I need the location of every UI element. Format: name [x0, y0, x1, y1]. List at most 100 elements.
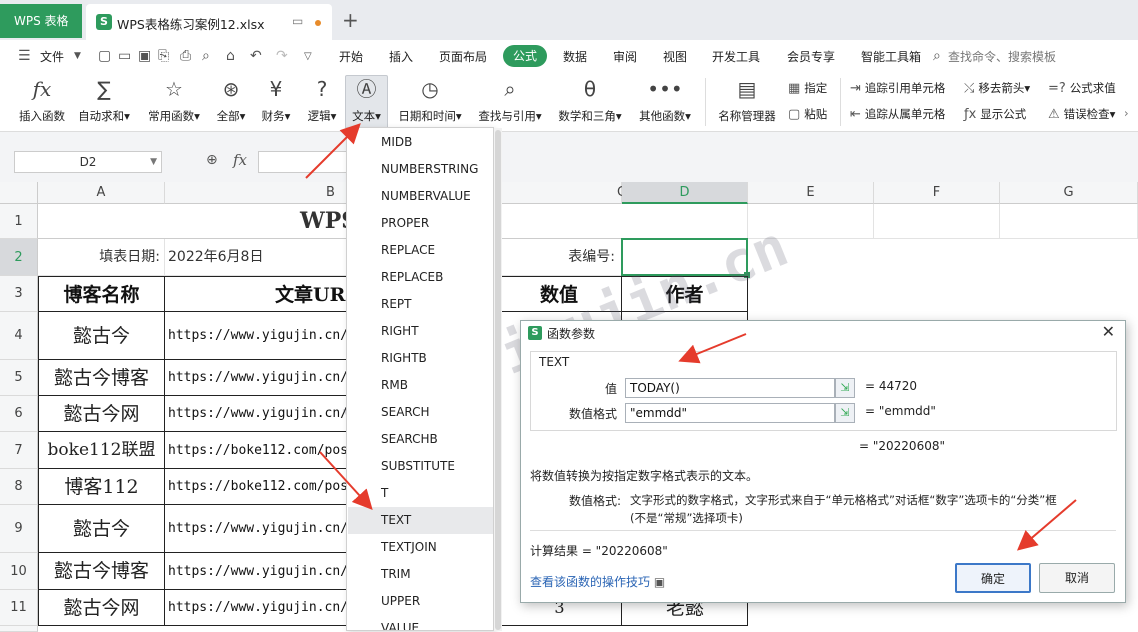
dropdown-item-proper[interactable]: PROPER — [348, 210, 493, 237]
name-manager-button[interactable]: ▤ 名称管理器 — [714, 76, 780, 124]
dialog-title-bar[interactable]: S 函数参数 ✕ — [521, 321, 1125, 345]
dropdown-scroll-thumb[interactable] — [495, 130, 501, 630]
blog-name-cell[interactable]: 博客112 — [38, 469, 165, 505]
trace-dependents-button[interactable]: ⇤ 追踪从属单元格 — [850, 106, 945, 122]
autosum-button[interactable]: ∑ 自动求和▾ — [74, 76, 134, 124]
dropdown-item-rmb[interactable]: RMB — [348, 372, 493, 399]
col-header-g[interactable]: G — [1000, 182, 1138, 204]
chevron-down-icon[interactable]: ▼ — [74, 51, 81, 61]
dropdown-item-t[interactable]: T — [348, 480, 493, 507]
help-link[interactable]: 查看该函数的操作技巧 ▣ — [530, 573, 665, 590]
row-header-3[interactable]: 3 — [0, 276, 38, 312]
row-header-10[interactable]: 10 — [0, 553, 38, 590]
hamburger-icon[interactable]: ☰ — [18, 48, 31, 64]
header-blog-name[interactable]: 博客名称 — [38, 276, 165, 312]
close-icon[interactable]: ✕ — [1102, 322, 1115, 341]
header-author[interactable]: 作者 — [622, 276, 748, 312]
col-header-e[interactable]: E — [748, 182, 874, 204]
blog-name-cell[interactable]: 懿古今 — [38, 312, 165, 360]
logic-functions-button[interactable]: ? 逻辑▾ — [302, 76, 342, 124]
common-functions-button[interactable]: ☆ 常用函数▾ — [144, 76, 204, 124]
blog-name-cell[interactable]: 懿古今博客 — [38, 360, 165, 396]
redo-icon[interactable]: ↷ — [276, 48, 288, 64]
cell-f1[interactable] — [874, 204, 1000, 239]
new-doc-icon[interactable]: ▢ — [98, 48, 111, 64]
dropdown-item-numberstring[interactable]: NUMBERSTRING — [348, 156, 493, 183]
dropdown-item-trim[interactable]: TRIM — [348, 561, 493, 588]
tab-view[interactable]: 视图 — [663, 48, 687, 65]
open-folder-icon[interactable]: ▭ — [118, 48, 131, 64]
select-all-corner[interactable] — [0, 182, 38, 204]
ok-button[interactable]: 确定 — [955, 563, 1031, 593]
dropdown-item-midb[interactable]: MIDB — [348, 129, 493, 156]
dropdown-item-replace[interactable]: REPLACE — [348, 237, 493, 264]
trace-precedents-button[interactable]: ⇥ 追踪引用单元格 — [850, 80, 945, 96]
tab-page-layout[interactable]: 页面布局 — [439, 48, 487, 65]
undo-icon[interactable]: ↶ — [250, 48, 262, 64]
chevron-down-icon[interactable]: ▼ — [150, 152, 157, 172]
evaluate-formula-button[interactable]: =? 公式求值 — [1048, 80, 1116, 96]
save-icon[interactable]: ▣ — [138, 48, 151, 64]
zoom-search-icon[interactable]: ⊕ — [206, 152, 218, 168]
fx-icon[interactable]: fx — [233, 151, 247, 169]
preview-icon[interactable]: ⌕ — [202, 48, 210, 64]
row-header-7[interactable]: 7 — [0, 432, 38, 469]
range-select-icon[interactable]: ⇲ — [835, 378, 855, 398]
other-functions-button[interactable]: ••• 其他函数▾ — [634, 76, 696, 124]
name-box[interactable]: D2 ▼ — [14, 151, 162, 173]
tab-member[interactable]: 会员专享 — [787, 48, 835, 65]
row-header-2[interactable]: 2 — [0, 239, 38, 276]
blog-name-cell[interactable]: 懿古今网 — [38, 590, 165, 626]
cell-g1[interactable] — [1000, 204, 1138, 239]
tab-smart-tools[interactable]: 智能工具箱 — [861, 48, 921, 65]
math-functions-button[interactable]: θ 数学和三角▾ — [554, 76, 626, 124]
range-select-icon[interactable]: ⇲ — [835, 403, 855, 423]
datetime-functions-button[interactable]: ◷ 日期和时间▾ — [394, 76, 466, 124]
show-formula-button[interactable]: ƒx 显示公式 — [964, 106, 1026, 122]
dropdown-item-numbervalue[interactable]: NUMBERVALUE — [348, 183, 493, 210]
lookup-functions-button[interactable]: ⌕ 查找与引用▾ — [474, 76, 546, 124]
export-icon[interactable]: ⎘ — [158, 48, 169, 64]
finance-functions-button[interactable]: ¥ 财务▾ — [256, 76, 296, 124]
blog-name-cell[interactable]: 懿古今网 — [38, 396, 165, 432]
col-header-d[interactable]: D — [622, 182, 748, 204]
row-header-5[interactable]: 5 — [0, 360, 38, 396]
new-tab-button[interactable]: + — [342, 8, 359, 32]
app-tab[interactable]: WPS 表格 — [0, 4, 82, 38]
text-functions-button[interactable]: Ⓐ 文本▾ — [345, 75, 388, 129]
col-header-a[interactable]: A — [38, 182, 165, 204]
col-header-f[interactable]: F — [874, 182, 1000, 204]
selected-cell-d2[interactable] — [621, 238, 748, 276]
dropdown-item-right[interactable]: RIGHT — [348, 318, 493, 345]
print-icon[interactable]: ⎙ — [180, 48, 191, 64]
dropdown-item-replaceb[interactable]: REPLACEB — [348, 264, 493, 291]
tab-review[interactable]: 审阅 — [613, 48, 637, 65]
cancel-button[interactable]: 取消 — [1039, 563, 1115, 593]
blog-name-cell[interactable]: boke112联盟 — [38, 432, 165, 469]
all-functions-button[interactable]: ⊛ 全部▾ — [212, 76, 250, 124]
tab-data[interactable]: 数据 — [563, 48, 587, 65]
row-header-12[interactable] — [0, 626, 38, 632]
blog-name-cell[interactable]: 懿古今博客 — [38, 553, 165, 590]
dropdown-item-text[interactable]: TEXT — [348, 507, 493, 534]
row-header-4[interactable]: 4 — [0, 312, 38, 360]
form-no-label-cell[interactable]: 表编号: — [497, 239, 622, 276]
blog-name-cell[interactable]: 懿古今 — [38, 505, 165, 553]
arg1-input[interactable]: TODAY() — [625, 378, 835, 398]
cell-e1[interactable] — [748, 204, 874, 239]
arg2-input[interactable]: "emmdd" — [625, 403, 835, 423]
dropdown-item-substitute[interactable]: SUBSTITUTE — [348, 453, 493, 480]
formula-input[interactable] — [258, 151, 348, 173]
tab-insert[interactable]: 插入 — [389, 48, 413, 65]
document-tab[interactable]: S WPS表格练习案例12.xlsx ▭ — [86, 4, 332, 40]
format-painter-icon[interactable]: ⌂ — [226, 48, 235, 64]
command-search[interactable]: 查找命令、搜索模板 — [948, 48, 1056, 65]
dropdown-item-upper[interactable]: UPPER — [348, 588, 493, 615]
tab-formula[interactable]: 公式 — [503, 45, 547, 67]
monitor-icon[interactable]: ▭ — [292, 14, 303, 28]
row-header-6[interactable]: 6 — [0, 396, 38, 432]
ribbon-scroll-right-icon[interactable]: › — [1124, 106, 1129, 120]
row-header-9[interactable]: 9 — [0, 505, 38, 553]
date-label-cell[interactable]: 填表日期: — [38, 239, 165, 276]
col-header-c[interactable]: C — [497, 182, 626, 204]
